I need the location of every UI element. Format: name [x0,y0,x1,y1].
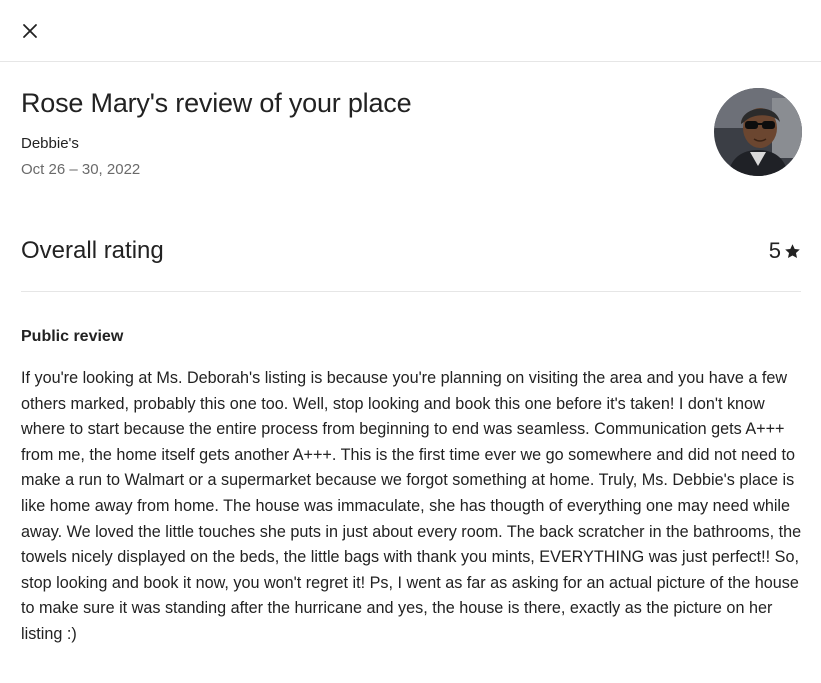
overall-rating-value: 5 [769,238,801,264]
overall-rating-label: Overall rating [21,237,164,264]
stay-dates: Oct 26 – 30, 2022 [21,161,141,178]
section-divider [21,291,801,292]
star-icon [785,243,800,258]
rating-number: 5 [768,238,781,263]
close-button[interactable] [16,17,44,45]
review-title: Rose Mary's review of your place [21,88,412,118]
listing-name: Debbie's [21,135,79,152]
reviewer-avatar[interactable] [714,88,802,176]
avatar-photo-icon [714,88,802,176]
close-icon [23,24,37,38]
overall-rating-row: Overall rating 5 [21,234,801,270]
public-review-text: If you're looking at Ms. Deborah's listi… [21,369,802,643]
modal-header [0,0,821,62]
public-review-heading: Public review [21,328,124,345]
